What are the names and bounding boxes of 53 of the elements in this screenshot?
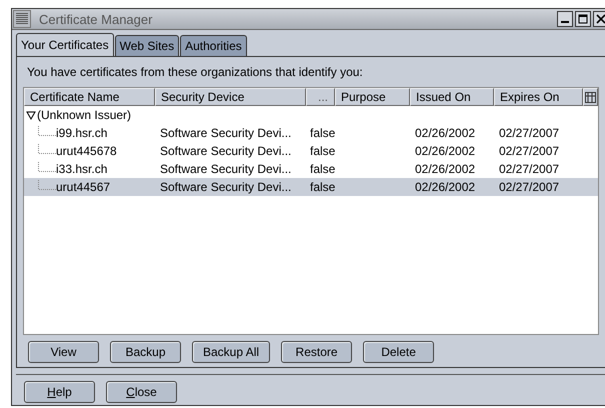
table-cell: false	[310, 144, 336, 158]
column-header[interactable]: Issued On	[410, 88, 494, 106]
column-header[interactable]: ...	[306, 88, 335, 106]
table-cell: 02/26/2002	[415, 126, 476, 140]
action-button[interactable]: Restore	[281, 341, 352, 363]
tab[interactable]: Authorities	[180, 35, 247, 56]
tab[interactable]: Your Certificates	[16, 33, 114, 56]
column-header[interactable]: Certificate Name	[24, 88, 155, 106]
column-picker-icon[interactable]	[585, 92, 596, 102]
intro-text: You have certificates from these organizations that identify you:	[26, 65, 364, 81]
table-cell: i99.hsr.ch	[56, 126, 108, 140]
table-cell: urut44567	[56, 180, 110, 194]
table-cell: false	[310, 126, 336, 140]
minimize-icon[interactable]	[557, 11, 573, 27]
table-row[interactable]: urut445678 Software Security Devi... false 02/26/2002 02/27/2007	[24, 142, 598, 160]
action-button[interactable]: Backup All	[192, 341, 270, 363]
table-cell: false	[310, 162, 336, 176]
window-menu-icon[interactable]	[13, 10, 31, 28]
column-header[interactable]: Purpose	[335, 88, 410, 106]
tab[interactable]: Web Sites	[114, 35, 180, 56]
action-button[interactable]: Delete	[363, 341, 434, 363]
window-title: Certificate Manager	[38, 12, 154, 26]
table-cell: 02/26/2002	[415, 162, 476, 176]
table-row[interactable]: i33.hsr.ch Software Security Devi... false 02/26/2002 02/27/2007	[24, 160, 598, 178]
maximize-icon[interactable]	[575, 11, 591, 27]
column-header[interactable]: Expires On	[494, 88, 583, 106]
table-cell: i33.hsr.ch	[56, 162, 108, 176]
tree-line-icon	[38, 180, 56, 190]
dialog-button[interactable]: Help	[24, 381, 95, 403]
table-cell: 02/27/2007	[499, 180, 560, 194]
table-cell: 02/26/2002	[415, 180, 476, 194]
table-cell: 02/27/2007	[499, 126, 560, 140]
table-cell: 02/26/2002	[415, 144, 476, 158]
table-row[interactable]: urut44567 Software Security Devi... false 02/26/2002 02/27/2007	[24, 178, 598, 196]
table-cell: 02/27/2007	[499, 162, 560, 176]
close-icon[interactable]	[593, 11, 605, 27]
tree-line-icon	[38, 162, 56, 172]
table-cell: 02/27/2007	[499, 144, 560, 158]
tree-line-icon	[38, 126, 56, 136]
expand-triangle-icon[interactable]	[26, 110, 36, 120]
dialog-button[interactable]: Close	[106, 381, 177, 403]
tree-group-label[interactable]: (Unknown Issuer)	[37, 108, 132, 122]
table-cell: Software Security Devi...	[160, 126, 292, 140]
column-header[interactable]: Security Device	[155, 88, 306, 106]
table-cell: Software Security Devi...	[160, 144, 292, 158]
table-row[interactable]: i99.hsr.ch Software Security Devi... false 02/26/2002 02/27/2007	[24, 124, 598, 142]
table-cell: false	[310, 180, 336, 194]
table-cell: Software Security Devi...	[160, 180, 292, 194]
action-button[interactable]: View	[28, 341, 99, 363]
action-button[interactable]: Backup	[110, 341, 181, 363]
table-cell: urut445678	[56, 144, 117, 158]
table-cell: Software Security Devi...	[160, 162, 292, 176]
tree-line-icon	[38, 144, 56, 154]
